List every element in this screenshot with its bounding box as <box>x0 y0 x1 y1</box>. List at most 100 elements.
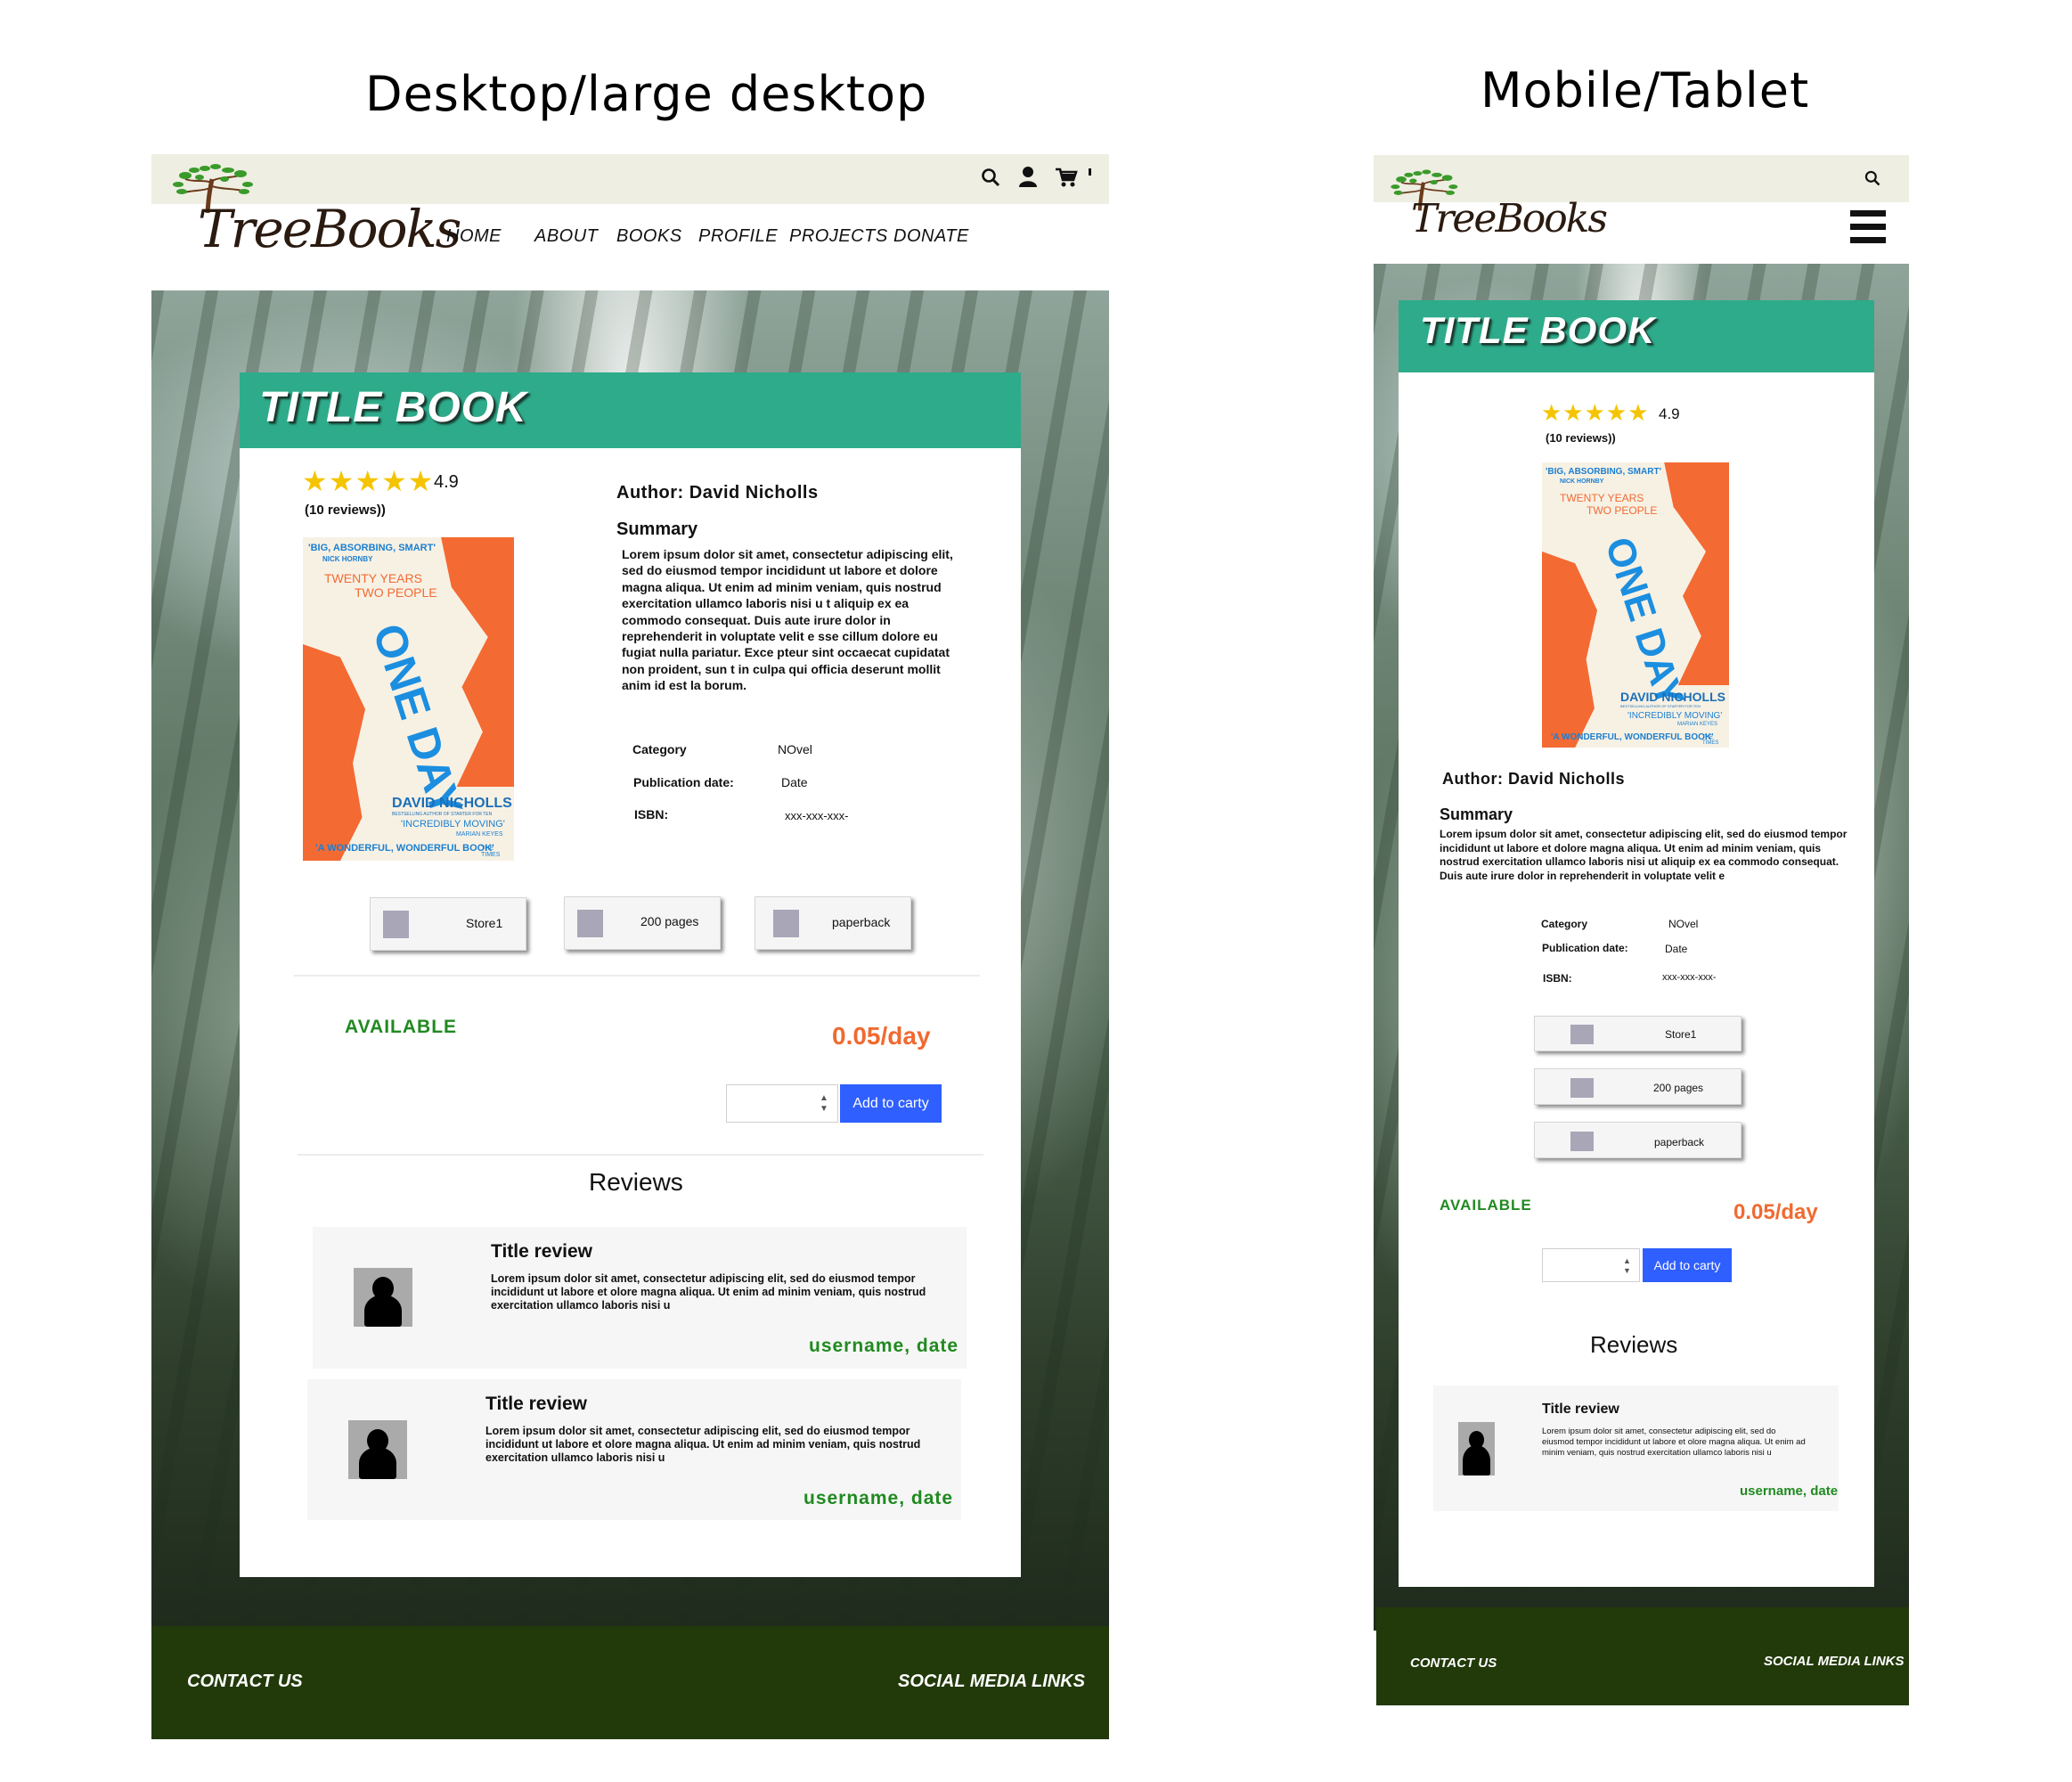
footer-contact[interactable]: CONTACT US <box>187 1672 303 1692</box>
desktop-footer: CONTACT US SOCIAL MEDIA LINKS <box>151 1626 1109 1739</box>
availability-status: AVAILABLE <box>1440 1197 1532 1214</box>
cover-left-face <box>303 644 365 861</box>
desktop-cart-button[interactable] <box>1055 167 1078 188</box>
feature-format[interactable]: paperback <box>1534 1122 1742 1158</box>
price: 0.05/day <box>1733 1200 1818 1224</box>
isbn-label: ISBN: <box>634 807 669 822</box>
cover-quote1-src: NICK HORNBY <box>1560 478 1604 485</box>
cover-quote2-src: MARIAN KEYES <box>1677 722 1718 727</box>
nav-profile[interactable]: PROFILE <box>698 226 778 247</box>
feature-store[interactable]: Store1 <box>370 897 526 951</box>
desktop-topbar-tick <box>1089 168 1091 176</box>
avatar-body <box>359 1447 396 1479</box>
footer-social[interactable]: SOCIAL MEDIA LINKS <box>898 1672 1085 1692</box>
category-label: Category <box>1541 918 1588 930</box>
footer-social[interactable]: SOCIAL MEDIA LINKS <box>1764 1654 1905 1669</box>
store-icon <box>1570 1025 1594 1044</box>
nav-home[interactable]: HOME <box>446 226 502 247</box>
nav-projects[interactable]: PROJECTS <box>789 226 888 247</box>
nav-about[interactable]: ABOUT <box>534 226 598 247</box>
pubdate-label: Publication date: <box>633 775 734 789</box>
nav-books[interactable]: BOOKS <box>616 226 682 247</box>
cover-quote1-src: NICK HORNBY <box>322 555 373 563</box>
feature-pages[interactable]: 200 pages <box>1534 1068 1742 1105</box>
cover-author-sub: BESTSELLING AUTHOR OF STARTER FOR TEN <box>392 812 493 817</box>
rating-stars: ★★★★★ <box>1541 399 1650 426</box>
cover-tagline1: TWENTY YEARS <box>1560 492 1644 504</box>
nav-donate[interactable]: DONATE <box>893 226 969 247</box>
avatar <box>1458 1422 1495 1475</box>
reviews-count: (10 reviews)) <box>1546 431 1616 445</box>
mobile-search-button[interactable] <box>1864 169 1881 187</box>
desktop-heading: Desktop/large desktop <box>365 66 928 122</box>
summary-heading: Summary <box>616 519 698 539</box>
cover-title: ONE DAY <box>1596 532 1693 712</box>
divider-top <box>294 975 980 977</box>
isbn-value: xxx-xxx-xxx- <box>1662 972 1717 983</box>
mobile-title-banner: TITLE BOOK <box>1399 300 1874 372</box>
mobile-menu-button[interactable] <box>1850 210 1886 244</box>
avatar-body <box>364 1295 402 1327</box>
desktop-title-banner: TITLE BOOK <box>240 372 1021 448</box>
feature-pages-label: 200 pages <box>640 914 699 928</box>
mobile-logo[interactable]: TreeBooks <box>1379 168 1608 257</box>
cover-quote2-src: MARIAN KEYES <box>456 831 503 838</box>
quantity-stepper[interactable]: ▲ ▼ <box>726 1084 838 1123</box>
hamburger-menu-icon <box>1850 210 1886 243</box>
rating-value: 4.9 <box>1659 405 1680 422</box>
review-card-2: Title review Lorem ipsum dolor sit amet,… <box>307 1379 961 1520</box>
quantity-stepper[interactable]: ▲ ▼ <box>1542 1248 1640 1282</box>
desktop-logo[interactable]: TreeBooks <box>159 161 461 264</box>
feature-store[interactable]: Store1 <box>1534 1016 1742 1051</box>
mobile-footer: CONTACT US SOCIAL MEDIA LINKS <box>1376 1607 1909 1705</box>
cover-quote2: 'INCREDIBLY MOVING' <box>401 819 505 830</box>
summary-text: Lorem ipsum dolor sit amet, consectetur … <box>622 547 953 693</box>
feature-format-label: paperback <box>1654 1136 1705 1148</box>
isbn-label: ISBN: <box>1543 972 1572 985</box>
format-icon <box>1570 1132 1594 1151</box>
feature-pages[interactable]: 200 pages <box>564 896 721 950</box>
format-icon <box>773 910 799 937</box>
cover-quote3: 'A WONDERFUL, WONDERFUL BOOK' <box>315 843 494 854</box>
search-icon <box>1864 170 1880 186</box>
pages-icon <box>577 910 603 937</box>
footer-contact[interactable]: CONTACT US <box>1410 1655 1497 1671</box>
search-icon <box>982 168 1000 187</box>
feature-format-label: paperback <box>832 915 891 929</box>
desktop-user-button[interactable] <box>1017 165 1039 188</box>
review-text: Lorem ipsum dolor sit amet, consectetur … <box>485 1425 921 1464</box>
desktop-search-button[interactable] <box>980 167 1001 188</box>
desktop-frame: TreeBooks HOME ABOUT BOOKS PROFILE PROJE… <box>151 154 1109 1740</box>
cover-quote3-src: THE TIMES <box>481 846 501 858</box>
review-text: Lorem ipsum dolor sit amet, consectetur … <box>491 1272 926 1312</box>
book-author: Author: David Nicholls <box>1442 770 1626 788</box>
review-title: Title review <box>485 1394 588 1414</box>
cover-tagline2: TWO PEOPLE <box>355 585 437 600</box>
cover-tagline2: TWO PEOPLE <box>1587 504 1658 517</box>
avatar-body <box>1463 1445 1490 1475</box>
cover-author: DAVID NICHOLLS <box>1620 690 1725 704</box>
rating-value: 4.9 <box>434 472 459 492</box>
add-to-cart-button[interactable]: Add to carty <box>840 1084 942 1123</box>
stepper-arrows-icon: ▲ ▼ <box>1623 1256 1631 1275</box>
book-author: Author: David Nicholls <box>616 483 819 503</box>
review-user: username, date <box>804 1488 954 1508</box>
reviews-heading: Reviews <box>1590 1331 1678 1358</box>
cover-quote3: 'A WONDERFUL, WONDERFUL BOOK' <box>1551 732 1714 742</box>
add-to-cart-button[interactable]: Add to carty <box>1643 1248 1732 1282</box>
pages-icon <box>1570 1078 1594 1098</box>
cover-quote1: 'BIG, ABSORBING, SMART' <box>1546 467 1661 477</box>
user-icon <box>1019 167 1037 187</box>
summary-text: Lorem ipsum dolor sit amet, consectetur … <box>1440 828 1848 882</box>
cover-title: ONE DAY <box>363 617 473 822</box>
logo-text: TreeBooks <box>198 199 461 259</box>
avatar <box>354 1268 412 1327</box>
feature-format[interactable]: paperback <box>755 896 911 950</box>
pubdate-label: Publication date: <box>1542 942 1628 954</box>
cover-left-face <box>1542 552 1597 748</box>
mobile-frame: TreeBooks TITLE BOOK ★★★★★ 4.9 (10 revie… <box>1374 155 1909 1705</box>
pubdate-value: Date <box>781 775 808 789</box>
cover-author: DAVID NICHOLLS <box>392 796 512 811</box>
logo-text: TreeBooks <box>1411 196 1608 241</box>
book-cover: 'BIG, ABSORBING, SMART' NICK HORNBY TWEN… <box>1542 462 1729 748</box>
